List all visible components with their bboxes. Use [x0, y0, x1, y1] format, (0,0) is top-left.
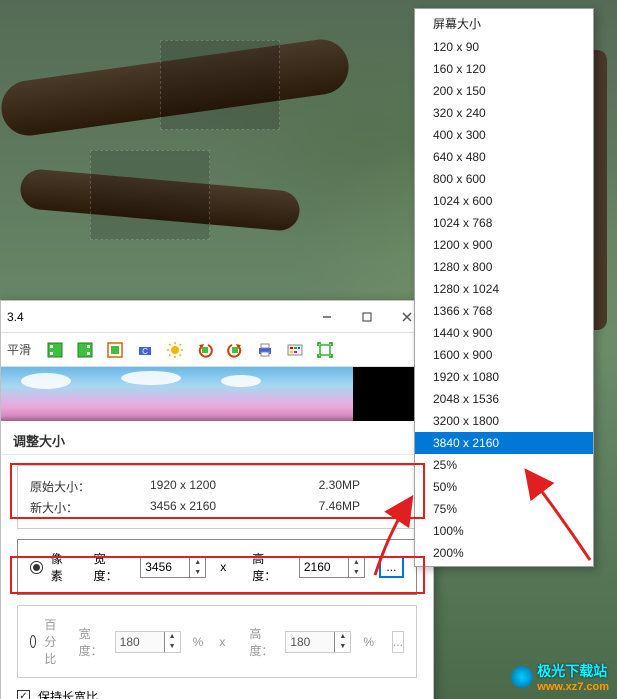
width-label: 宽度：: [79, 625, 103, 659]
menu-item[interactable]: 320 x 240: [415, 102, 593, 124]
menu-item[interactable]: 25%: [415, 454, 593, 476]
film-icon[interactable]: [43, 338, 67, 362]
menu-item[interactable]: 3840 x 2160: [415, 432, 593, 454]
image-frame-icon[interactable]: [103, 338, 127, 362]
print-icon[interactable]: [253, 338, 277, 362]
menu-item[interactable]: 800 x 600: [415, 168, 593, 190]
watermark-url: www.xz7.com: [537, 681, 609, 693]
watermark-logo-icon: [511, 666, 533, 688]
rotate-right-icon[interactable]: [223, 338, 247, 362]
titlebar: 3.4: [1, 301, 433, 333]
menu-item[interactable]: 1024 x 768: [415, 212, 593, 234]
annotation-frame: [10, 463, 425, 519]
menu-item[interactable]: 1600 x 900: [415, 344, 593, 366]
selection-box: [160, 40, 280, 130]
spin-down-icon: ▼: [335, 642, 350, 652]
x-separator: x: [219, 635, 225, 649]
menu-item[interactable]: 75%: [415, 498, 593, 520]
menu-item[interactable]: 1024 x 600: [415, 190, 593, 212]
radio-percent-label: 百分比: [44, 616, 58, 667]
menu-item[interactable]: 2048 x 1536: [415, 388, 593, 410]
menu-item[interactable]: 640 x 480: [415, 146, 593, 168]
annotation-frame: [10, 556, 425, 594]
toolbar-label: 平滑: [7, 341, 31, 358]
size-preset-menu: 屏幕大小 120 x 90160 x 120200 x 150320 x 240…: [414, 8, 594, 567]
percent-radio-row[interactable]: 百分比 宽度： ▲▼ % x 高度： ▲▼ % ...: [17, 605, 417, 678]
keep-ratio-checkbox[interactable]: [17, 690, 30, 699]
sun-brightness-icon[interactable]: [163, 338, 187, 362]
menu-item[interactable]: 1280 x 1024: [415, 278, 593, 300]
window-title: 3.4: [7, 310, 307, 324]
menu-item[interactable]: 120 x 90: [415, 36, 593, 58]
menu-item[interactable]: 1200 x 900: [415, 234, 593, 256]
toolbar: 平滑 C: [1, 333, 433, 367]
menu-item[interactable]: 200 x 150: [415, 80, 593, 102]
pct-height-input: [286, 632, 334, 652]
selection-box: [90, 150, 210, 240]
spin-up-icon: ▲: [335, 632, 350, 642]
section-title: 调整大小: [1, 421, 433, 455]
height-label: 高度：: [249, 625, 273, 659]
minimize-button[interactable]: [307, 302, 347, 332]
menu-item[interactable]: 200%: [415, 542, 593, 564]
menu-header: 屏幕大小: [415, 11, 593, 36]
menu-item[interactable]: 400 x 300: [415, 124, 593, 146]
spin-up-icon: ▲: [165, 632, 180, 642]
palette-icon[interactable]: [283, 338, 307, 362]
keep-ratio-row[interactable]: 保持长宽比: [17, 688, 417, 699]
menu-item[interactable]: 1920 x 1080: [415, 366, 593, 388]
radio-percent[interactable]: [30, 635, 36, 648]
preview-strip: [1, 367, 433, 421]
pct-width-input: [116, 632, 164, 652]
svg-text:C: C: [142, 347, 148, 356]
pct-height-spinner: ▲▼: [285, 631, 351, 653]
spin-down-icon: ▼: [165, 642, 180, 652]
menu-item[interactable]: 3200 x 1800: [415, 410, 593, 432]
color-picker-icon[interactable]: C: [133, 338, 157, 362]
menu-item[interactable]: 1280 x 800: [415, 256, 593, 278]
menu-item[interactable]: 160 x 120: [415, 58, 593, 80]
film2-icon[interactable]: [73, 338, 97, 362]
menu-item[interactable]: 1366 x 768: [415, 300, 593, 322]
keep-ratio-label: 保持长宽比: [38, 688, 98, 699]
more-pct-button: ...: [392, 631, 404, 653]
rotate-left-icon[interactable]: [193, 338, 217, 362]
watermark-name: 极光下载站: [537, 661, 609, 681]
watermark: 极光下载站 www.xz7.com: [511, 661, 609, 693]
menu-item[interactable]: 1440 x 900: [415, 322, 593, 344]
pct-width-spinner: ▲▼: [115, 631, 181, 653]
menu-item[interactable]: 50%: [415, 476, 593, 498]
fullscreen-icon[interactable]: [313, 338, 337, 362]
maximize-button[interactable]: [347, 302, 387, 332]
menu-item[interactable]: 100%: [415, 520, 593, 542]
